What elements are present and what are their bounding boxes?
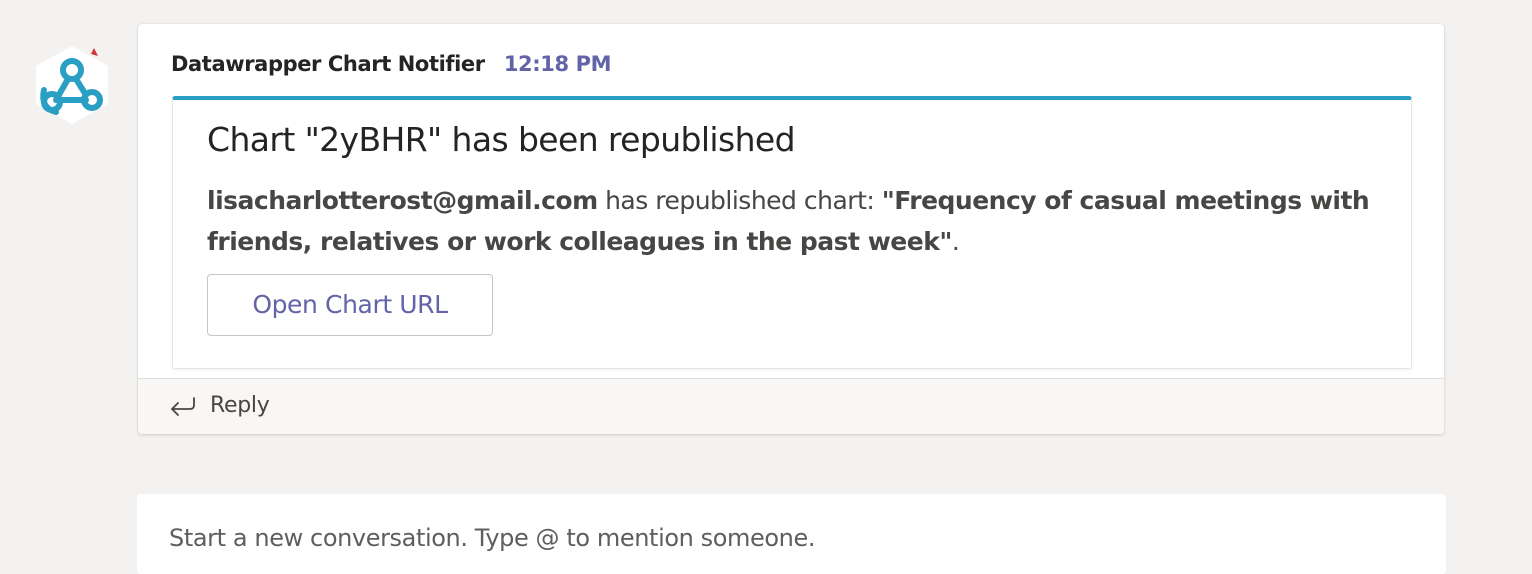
reply-label: Reply xyxy=(210,393,270,418)
compose-box[interactable]: Start a new conversation. Type @ to ment… xyxy=(137,494,1446,574)
message-header: Datawrapper Chart Notifier 12:18 PM xyxy=(171,51,611,79)
reply-bar[interactable]: Reply xyxy=(138,378,1444,434)
bot-avatar[interactable] xyxy=(28,42,116,126)
body-suffix: . xyxy=(951,227,960,256)
open-chart-url-button[interactable]: Open Chart URL xyxy=(207,274,493,336)
user-email: lisacharlotterost@gmail.com xyxy=(207,186,598,215)
webhook-icon xyxy=(36,46,108,124)
card-body: lisacharlotterost@gmail.com has republis… xyxy=(207,180,1387,262)
adaptive-card: Chart "2yBHR" has been republished lisac… xyxy=(172,96,1412,369)
message-card: Datawrapper Chart Notifier 12:18 PM Char… xyxy=(138,24,1444,434)
reply-arrow-icon xyxy=(171,397,195,416)
action-text: has republished chart: xyxy=(597,186,882,215)
sender-name[interactable]: Datawrapper Chart Notifier xyxy=(171,52,485,76)
card-title: Chart "2yBHR" has been republished xyxy=(207,120,796,159)
message-timestamp[interactable]: 12:18 PM xyxy=(504,52,612,76)
compose-placeholder: Start a new conversation. Type @ to ment… xyxy=(169,524,816,552)
